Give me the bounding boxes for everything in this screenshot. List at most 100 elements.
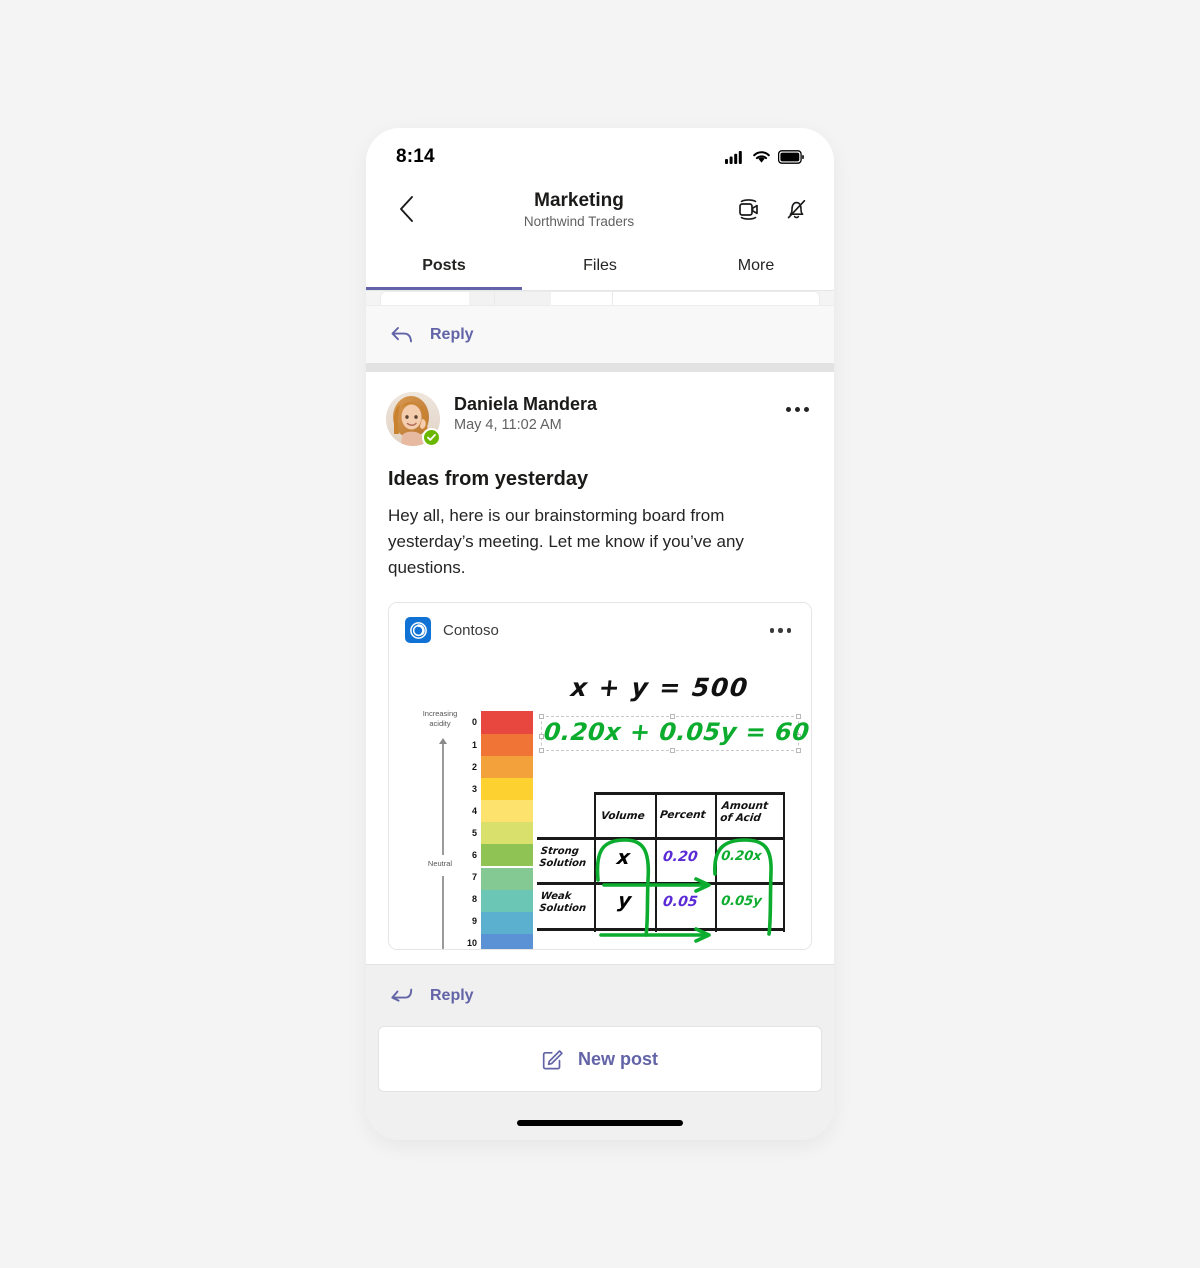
home-indicator[interactable]	[517, 1120, 683, 1127]
previous-post-partial[interactable]	[380, 291, 820, 305]
ph-band	[481, 843, 533, 867]
post-card: Daniela Mandera May 4, 11:02 AM Ideas fr…	[366, 372, 834, 965]
ph-tick: 5	[471, 827, 477, 838]
tab-posts-label: Posts	[422, 257, 466, 274]
ph-band	[481, 934, 533, 950]
ph-arrow-shaft-lower	[442, 876, 444, 950]
ph-tick: 6	[471, 850, 477, 861]
ink-loop-volume	[595, 838, 651, 938]
ph-tick: 7	[471, 872, 477, 883]
ph-tick: 2	[471, 761, 477, 772]
ph-band	[481, 912, 533, 935]
tab-files[interactable]: Files	[522, 242, 678, 290]
reply-button-bottom[interactable]: Reply	[366, 964, 834, 1027]
tab-files-label: Files	[583, 257, 617, 274]
page-subtitle: Northwind Traders	[523, 213, 635, 229]
video-call-button[interactable]	[734, 195, 762, 223]
reply-label-top: Reply	[430, 325, 474, 343]
contoso-mark	[409, 622, 427, 639]
partial-divider	[494, 292, 495, 305]
post-timestamp: May 4, 11:02 AM	[454, 417, 562, 433]
more-horizontal-icon	[769, 628, 774, 633]
handwritten-table: Volume Percent Amount of Acid Strong Solut…	[537, 790, 787, 944]
ph-band	[481, 755, 533, 778]
ph-tick: 8	[471, 894, 477, 905]
post-subject: Ideas from yesterday	[388, 468, 589, 490]
more-horizontal-icon	[803, 406, 809, 412]
ink-loop-amount	[713, 838, 773, 937]
ink-annotation-overlay	[595, 838, 773, 944]
partial-shade	[469, 292, 551, 305]
header-title-block: Marketing Northwind Traders	[424, 189, 734, 229]
ph-band	[481, 711, 533, 734]
new-post-label: New post	[577, 1048, 658, 1069]
compose-icon	[542, 1050, 563, 1070]
ph-band	[481, 868, 533, 891]
reply-arrow-icon	[391, 326, 412, 342]
tab-bar: Posts Files More	[366, 242, 834, 290]
ph-tick: 0	[471, 717, 477, 728]
contoso-logo-icon	[405, 617, 431, 644]
status-bar-clock: 8:14	[396, 146, 435, 167]
more-horizontal-icon	[778, 628, 783, 633]
status-bar: 8:14	[366, 128, 834, 180]
bell-off-icon	[787, 199, 805, 218]
cellular-signal-icon	[725, 151, 742, 164]
ph-scale-ticks: 0 1 2 3 4 5 6 7 8 9 10 1	[455, 711, 477, 949]
ph-arrow-shaft-upper	[442, 744, 444, 856]
whiteboard-content: Increasing acidity Neutral 0 1 2 3 4 5 6…	[389, 649, 812, 950]
ph-band	[481, 777, 533, 800]
page-title: Marketing	[534, 190, 624, 212]
ph-band	[481, 821, 533, 844]
chevron-left-icon	[400, 196, 413, 222]
more-horizontal-icon	[794, 406, 800, 412]
ph-band	[481, 733, 533, 756]
post-feed: Reply Daniela Mandera May 4, 11:02 AM Id…	[366, 291, 834, 1140]
wifi-icon	[753, 151, 770, 163]
attachment-app-name: Contoso	[443, 621, 499, 639]
app-header: Marketing Northwind Traders	[366, 180, 834, 242]
post-author-name: Daniela Mandera	[454, 394, 598, 414]
partial-divider	[612, 292, 613, 305]
reply-label-bottom: Reply	[430, 986, 474, 1004]
equation-secondary: 0.20x + 0.05y = 60	[542, 718, 812, 747]
ph-color-bar	[481, 711, 533, 950]
battery-icon	[778, 150, 804, 164]
post-more-options-button[interactable]	[780, 394, 814, 424]
tab-more-label: More	[737, 257, 775, 274]
post-header: Daniela Mandera May 4, 11:02 AM	[386, 392, 814, 447]
equation-primary: x + y = 500	[569, 673, 751, 703]
notifications-off-button[interactable]	[782, 195, 810, 223]
back-button[interactable]	[390, 192, 424, 226]
check-icon	[427, 434, 436, 441]
ph-band	[481, 799, 533, 822]
ph-tick: 4	[471, 805, 477, 816]
tab-more[interactable]: More	[678, 242, 834, 290]
feed-separator	[366, 363, 834, 372]
video-call-icon	[738, 198, 758, 220]
attachment-more-options-button[interactable]	[766, 624, 796, 637]
reply-arrow-icon	[391, 988, 413, 1002]
ph-tick: 9	[471, 916, 477, 927]
header-actions	[734, 195, 810, 223]
ph-tick: 10	[466, 938, 477, 949]
ph-scale: Increasing acidity Neutral 0 1 2 3 4 5 6…	[411, 709, 546, 950]
status-bar-icons	[725, 150, 804, 164]
phone-frame: 8:14 Marketing Northwind Traders Posts F…	[366, 128, 834, 1140]
presence-available-badge	[422, 428, 441, 447]
home-indicator-area	[366, 1092, 834, 1140]
post-body-text: Hey all, here is our brainstorming board…	[388, 506, 744, 577]
ph-tick: 3	[471, 783, 477, 794]
post-author-block: Daniela Mandera May 4, 11:02 AM	[454, 392, 766, 433]
attachment-card-header: Contoso	[389, 603, 811, 649]
avatar[interactable]	[386, 392, 441, 447]
ph-tick: 1	[471, 739, 477, 750]
ph-band	[481, 890, 533, 913]
attachment-card[interactable]: Contoso Increasing acidity Neutral 0 1 2…	[388, 602, 812, 951]
tab-posts[interactable]: Posts	[366, 242, 522, 290]
screenshot-canvas: 8:14 Marketing Northwind Traders Posts F…	[0, 0, 1200, 1268]
reply-button-top[interactable]: Reply	[366, 305, 834, 363]
new-post-button[interactable]: New post	[378, 1026, 822, 1093]
more-horizontal-icon	[785, 406, 791, 412]
new-post-container: New post	[366, 1026, 834, 1093]
